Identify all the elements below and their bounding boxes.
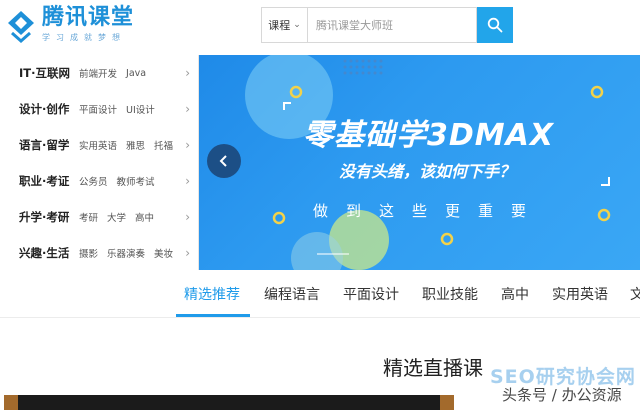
category-link[interactable]: 美妆	[154, 246, 173, 260]
chevron-right-icon: ›	[185, 210, 190, 224]
category-link[interactable]: 公务员	[79, 174, 108, 188]
tab-practical-english[interactable]: 实用英语	[552, 284, 608, 304]
chevron-left-icon	[219, 155, 227, 167]
chevron-right-icon: ›	[185, 138, 190, 152]
logo-slogan: 学习成就梦想	[42, 33, 126, 42]
category-item-design[interactable]: 设计·创作 平面设计 UI设计 ›	[0, 91, 198, 127]
logo-icon	[4, 7, 38, 43]
header: 腾讯课堂 学习成就梦想 课程 ⌄ 腾讯课堂大师班	[0, 0, 640, 55]
category-title: 升学·考研	[19, 210, 70, 224]
category-item-career[interactable]: 职业·考证 公务员 教师考试 ›	[0, 163, 198, 199]
tab-career-skills[interactable]: 职业技能	[422, 284, 478, 304]
logo[interactable]: 腾讯课堂 学习成就梦想	[4, 6, 134, 43]
promo-banner[interactable]: 零基础学3DMAX 没有头绪，该如何下手？ 做到这些更重要	[199, 55, 640, 270]
category-item-exam[interactable]: 升学·考研 考研 大学 高中 ›	[0, 199, 198, 235]
tab-more[interactable]: 文	[630, 284, 640, 304]
chevron-right-icon: ›	[185, 66, 190, 80]
category-link[interactable]: 摄影	[79, 246, 98, 260]
banner-subheadline: 没有头绪，该如何下手？	[339, 162, 516, 181]
category-sidebar: IT·互联网 前端开发 Java › 设计·创作 平面设计 UI设计 › 语言·…	[0, 55, 199, 270]
category-title: 兴趣·生活	[19, 246, 70, 260]
category-link[interactable]: 乐器演奏	[107, 246, 145, 260]
section-title: 精选直播课	[383, 356, 483, 380]
chevron-down-icon: ⌄	[293, 20, 301, 30]
search-input[interactable]: 腾讯课堂大师班	[307, 7, 477, 43]
banner-headline: 零基础学3DMAX	[303, 118, 554, 153]
category-item-language[interactable]: 语言·留学 实用英语 雅思 托福 ›	[0, 127, 198, 163]
search-type-select[interactable]: 课程 ⌄	[261, 7, 307, 43]
category-title: 职业·考证	[19, 174, 70, 188]
category-link[interactable]: 实用英语	[79, 138, 117, 152]
category-link[interactable]: 高中	[135, 210, 154, 224]
tab-programming[interactable]: 编程语言	[264, 284, 320, 304]
tab-featured[interactable]: 精选推荐	[184, 284, 240, 304]
active-tab-indicator	[176, 314, 250, 317]
category-link[interactable]: 教师考试	[117, 174, 155, 188]
tab-high-school[interactable]: 高中	[501, 284, 529, 304]
category-item-it[interactable]: IT·互联网 前端开发 Java ›	[0, 55, 198, 91]
chevron-right-icon: ›	[185, 174, 190, 188]
watermark-source: 头条号 / 办公资源	[502, 386, 622, 404]
chevron-right-icon: ›	[185, 246, 190, 260]
category-link[interactable]: 前端开发	[79, 66, 117, 80]
search-type-label: 课程	[268, 19, 291, 32]
category-link[interactable]: 大学	[107, 210, 126, 224]
category-tabs: 精选推荐 编程语言 平面设计 职业技能 高中 实用英语 文	[0, 270, 640, 318]
category-link[interactable]: 考研	[79, 210, 98, 224]
category-link[interactable]: Java	[126, 68, 146, 79]
category-link[interactable]: UI设计	[126, 102, 155, 116]
tab-graphic-design[interactable]: 平面设计	[343, 284, 399, 304]
search-button[interactable]	[477, 7, 513, 43]
category-title: 语言·留学	[19, 138, 70, 152]
search-bar: 课程 ⌄ 腾讯课堂大师班	[261, 7, 513, 43]
watermark: SEO研究协会网 头条号 / 办公资源	[490, 362, 640, 410]
banner-tagline: 做到这些更重要	[313, 202, 545, 220]
logo-title: 腾讯课堂	[42, 5, 135, 30]
category-link[interactable]: 托福	[154, 138, 173, 152]
category-link[interactable]: 平面设计	[79, 102, 117, 116]
search-icon	[487, 17, 503, 33]
category-item-hobby[interactable]: 兴趣·生活 摄影 乐器演奏 美妆 ›	[0, 235, 198, 271]
banner-prev-button[interactable]	[207, 144, 241, 178]
live-course-thumbnail[interactable]	[4, 395, 454, 410]
category-title: IT·互联网	[19, 66, 70, 80]
chevron-right-icon: ›	[185, 102, 190, 116]
category-link[interactable]: 雅思	[126, 138, 145, 152]
category-title: 设计·创作	[19, 102, 70, 116]
